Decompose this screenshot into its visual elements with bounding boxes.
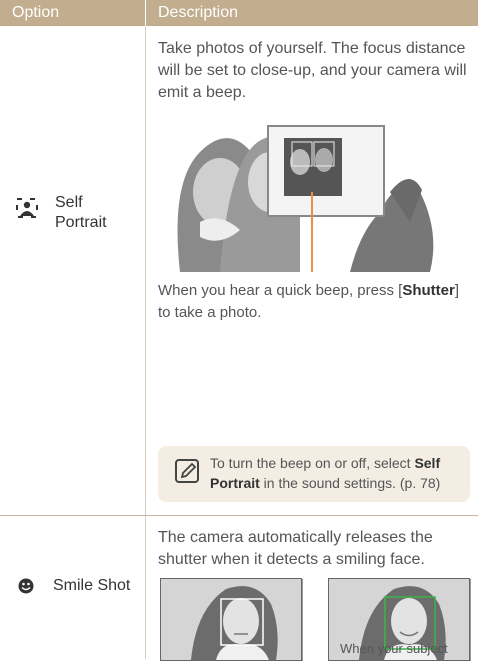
header-option-label: Option <box>12 4 60 21</box>
header-description-label: Description <box>158 4 239 21</box>
self-portrait-illustration <box>160 112 440 272</box>
smile-shot-description: The camera automatically releases the sh… <box>158 529 433 568</box>
smile-shot-caption: When your subject smiles broadly, your c… <box>340 641 448 656</box>
note-pencil-icon <box>174 458 200 484</box>
smile-shot-label: Smile Shot <box>53 577 131 594</box>
self-portrait-icon <box>16 198 38 218</box>
smile-face-icon <box>18 578 34 594</box>
column-divider <box>145 26 146 659</box>
header-description-cell: Description <box>145 0 478 26</box>
neutral-face-image <box>160 578 302 661</box>
note-text: To turn the beep on or off, select Self … <box>210 455 441 491</box>
self-portrait-caption: When you hear a quick beep, press [Shutt… <box>158 282 459 321</box>
header-option-cell: Option <box>0 0 144 26</box>
self-portrait-label: Self Portrait <box>55 194 107 231</box>
table-header: Option Description <box>0 0 478 26</box>
row-divider <box>0 515 478 516</box>
self-portrait-note: To turn the beep on or off, select Self … <box>158 446 470 502</box>
self-portrait-description: Take photos of yourself. The focus dista… <box>158 40 467 101</box>
